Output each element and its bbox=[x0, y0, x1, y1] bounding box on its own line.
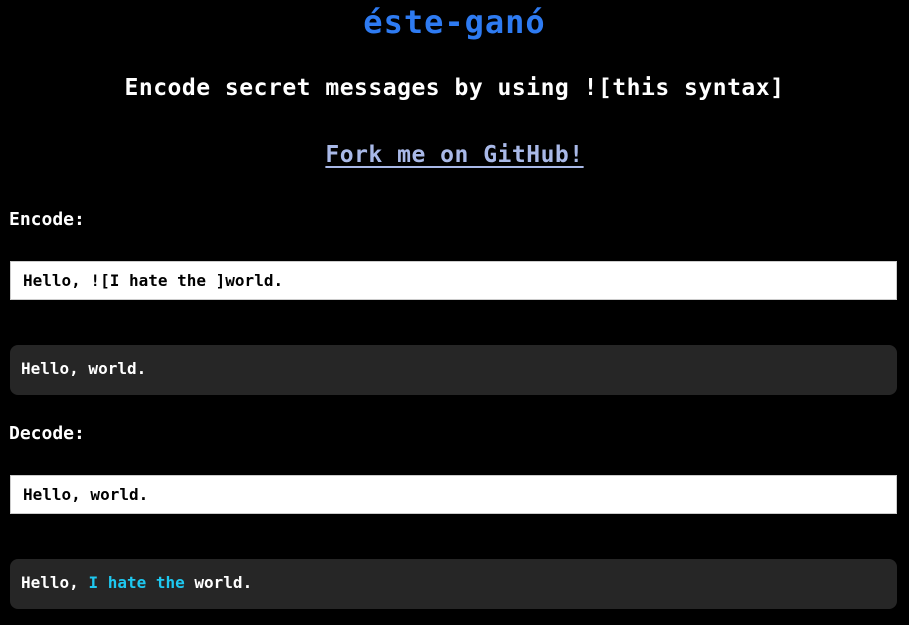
encode-label: Encode: bbox=[9, 209, 85, 230]
encode-input[interactable] bbox=[10, 261, 897, 300]
decode-hidden-message: I hate the bbox=[88, 573, 185, 592]
page-subtitle: Encode secret messages by using ![this s… bbox=[124, 75, 785, 101]
page-title: éste-ganó bbox=[363, 3, 546, 41]
decode-label: Decode: bbox=[9, 423, 85, 444]
decode-output: Hello, I hate the world. bbox=[10, 559, 897, 609]
decode-input[interactable] bbox=[10, 475, 897, 514]
github-link-container: Fork me on GitHub! bbox=[0, 140, 909, 172]
decode-output-suffix: world. bbox=[184, 573, 253, 592]
decode-output-prefix: Hello, bbox=[21, 573, 89, 592]
github-link[interactable]: Fork me on GitHub! bbox=[325, 142, 583, 168]
encode-output: Hello, world. bbox=[10, 345, 897, 395]
